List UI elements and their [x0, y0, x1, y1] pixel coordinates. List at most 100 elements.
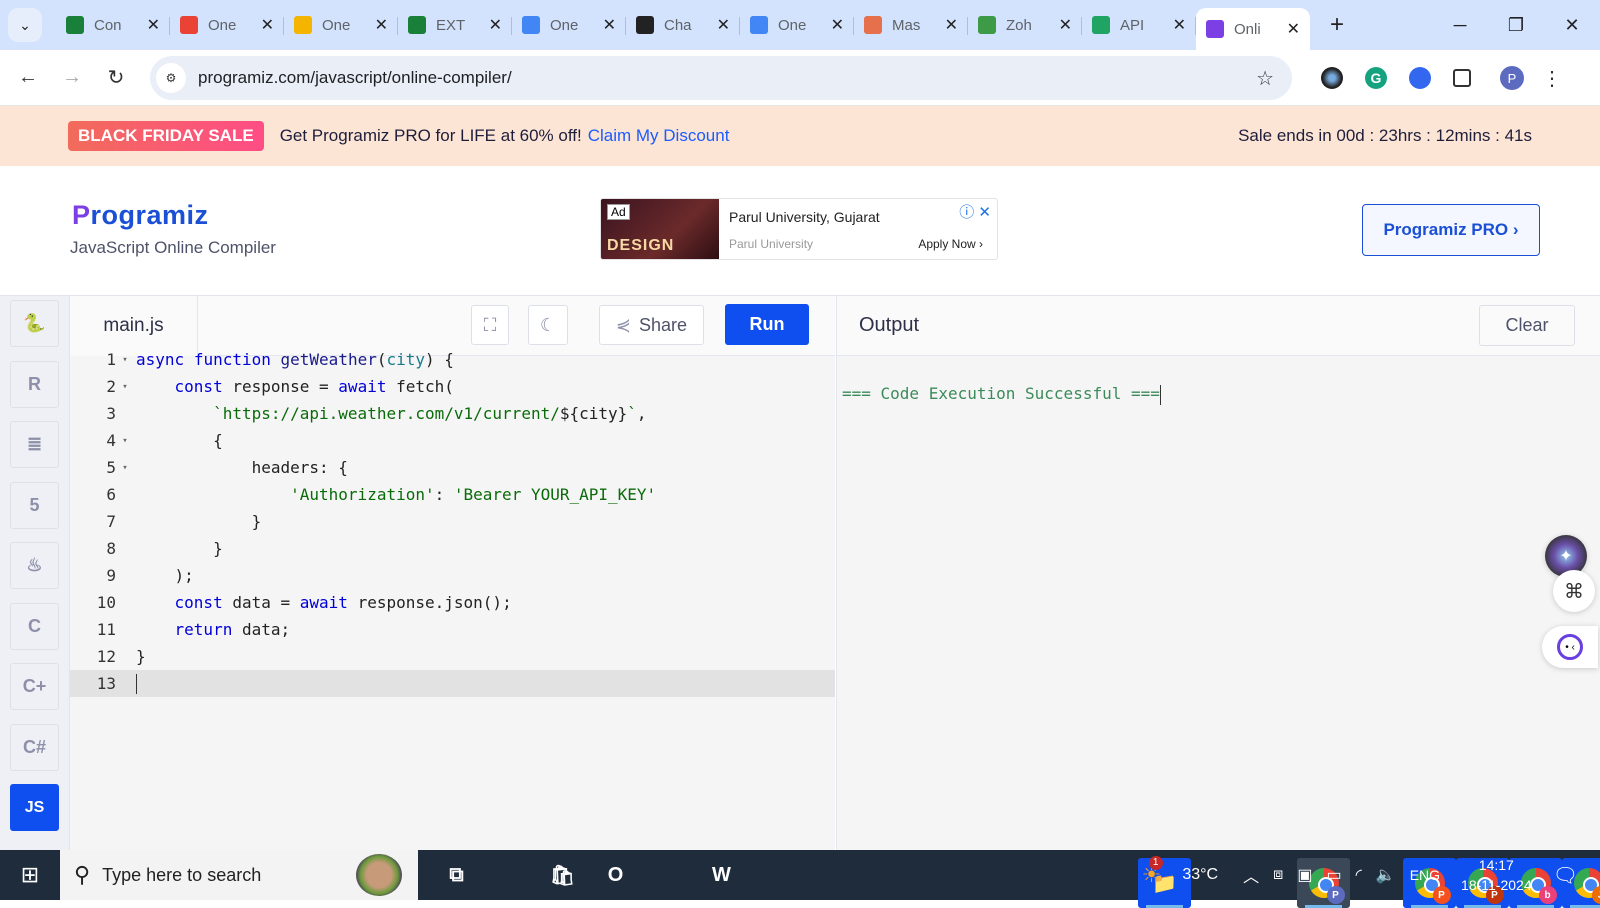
fullscreen-button[interactable]: ⛶ — [471, 305, 509, 345]
taskbar-app-task-view[interactable]: ⧉ — [430, 850, 483, 900]
tab-close-icon[interactable]: ✕ — [1287, 19, 1300, 39]
browser-tab[interactable]: Zoh✕ — [968, 7, 1082, 43]
windows-start-button[interactable]: ⊞ — [0, 862, 60, 888]
language-javascript-button[interactable]: JS — [10, 784, 59, 831]
dark-mode-button[interactable]: ☾ — [528, 305, 568, 345]
browser-tab[interactable]: Con✕ — [56, 7, 170, 43]
camera-icon[interactable]: ⧈ — [1273, 866, 1283, 884]
tab-close-icon[interactable]: ✕ — [603, 15, 616, 35]
advertisement[interactable]: Ad DESIGN Parul University, Gujarat Paru… — [600, 198, 998, 260]
forward-button[interactable]: → — [50, 66, 94, 89]
show-hidden-icons[interactable]: ︿ — [1243, 863, 1259, 887]
code-line[interactable]: 8 } — [70, 535, 835, 562]
browser-tab[interactable]: API✕ — [1082, 7, 1196, 43]
browser-tab[interactable]: Cha✕ — [626, 7, 740, 43]
apps-floating-button[interactable]: ⌘ — [1553, 570, 1595, 612]
clear-output-button[interactable]: Clear — [1479, 305, 1575, 346]
new-tab-button[interactable]: + — [1322, 11, 1352, 39]
code-editor[interactable]: 1▾async function getWeather(city) {2▾ co… — [70, 356, 835, 850]
volume-icon[interactable]: 🔈 — [1376, 865, 1396, 885]
tab-close-icon[interactable]: ✕ — [261, 15, 274, 35]
code-line[interactable]: 1▾async function getWeather(city) { — [70, 346, 835, 373]
share-button[interactable]: ⋞Share — [599, 305, 704, 345]
screen-share-icon[interactable]: ▣ — [1297, 865, 1312, 885]
code-line[interactable]: 6 'Authorization': 'Bearer YOUR_API_KEY' — [70, 481, 835, 508]
ad-title[interactable]: Parul University, Gujarat — [729, 209, 880, 225]
url-text[interactable]: programiz.com/javascript/online-compiler… — [198, 68, 512, 88]
browser-tab[interactable]: Mas✕ — [854, 7, 968, 43]
profile-avatar[interactable]: P — [1500, 66, 1524, 90]
language-c-button[interactable]: C — [10, 603, 59, 650]
browser-tab[interactable]: One✕ — [740, 7, 854, 43]
battery-icon[interactable]: ▭ — [1326, 865, 1341, 885]
code-line[interactable]: 10 const data = await response.json(); — [70, 589, 835, 616]
blue-extension-icon[interactable] — [1409, 67, 1431, 89]
input-language[interactable]: ENG — [1410, 867, 1440, 883]
system-clock[interactable]: 14:17 18-11-2024 — [1461, 855, 1532, 895]
tab-close-icon[interactable]: ✕ — [831, 15, 844, 35]
code-line[interactable]: 11 return data; — [70, 616, 835, 643]
run-button[interactable]: Run — [725, 304, 809, 345]
browser-menu-icon[interactable]: ⋮ — [1542, 66, 1562, 91]
tab-close-icon[interactable]: ✕ — [1173, 15, 1186, 35]
code-line[interactable]: 9 ); — [70, 562, 835, 589]
chat-bot-floating-button[interactable]: • ‹ — [1542, 626, 1598, 668]
language-python-button[interactable]: 🐍 — [10, 300, 59, 347]
tab-close-icon[interactable]: ✕ — [945, 15, 958, 35]
browser-tab[interactable]: EXT✕ — [398, 7, 512, 43]
fold-arrow-icon[interactable]: ▾ — [118, 382, 132, 392]
bookmark-star-icon[interactable]: ☆ — [1256, 66, 1274, 91]
browser-tab[interactable]: Onli✕ — [1196, 8, 1310, 50]
wifi-icon[interactable]: ◜ — [1356, 865, 1362, 885]
claim-discount-link[interactable]: Claim My Discount — [588, 126, 730, 146]
tab-search-button[interactable]: ⌄ — [8, 8, 42, 42]
close-window-button[interactable]: ✕ — [1544, 15, 1600, 36]
fold-arrow-icon[interactable]: ▾ — [118, 355, 132, 365]
tab-close-icon[interactable]: ✕ — [375, 15, 388, 35]
ad-image[interactable]: Ad DESIGN — [601, 199, 719, 260]
code-line[interactable]: 4▾ { — [70, 427, 835, 454]
taskbar-app-outlook[interactable]: O — [589, 850, 642, 900]
taskbar-app-microsoft-store[interactable]: 🛍 — [536, 850, 589, 900]
language-csharp-button[interactable]: C# — [10, 724, 59, 771]
weather-temp[interactable]: 33°C — [1182, 866, 1218, 884]
code-line[interactable]: 2▾ const response = await fetch( — [70, 373, 835, 400]
language-sql-button[interactable]: ≣ — [10, 421, 59, 468]
tab-close-icon[interactable]: ✕ — [147, 15, 160, 35]
code-line[interactable]: 7 } — [70, 508, 835, 535]
tab-close-icon[interactable]: ✕ — [1059, 15, 1072, 35]
language-cpp-button[interactable]: C+ — [10, 663, 59, 710]
site-info-icon[interactable]: ⚙ — [156, 63, 186, 93]
restore-button[interactable]: ❐ — [1488, 15, 1544, 36]
tab-close-icon[interactable]: ✕ — [717, 15, 730, 35]
language-html-button[interactable]: 5 — [10, 482, 59, 529]
weather-widget[interactable]: ☀1 — [1135, 862, 1169, 888]
fold-arrow-icon[interactable]: ▾ — [118, 436, 132, 446]
code-line[interactable]: 3 `https://api.weather.com/v1/current/${… — [70, 400, 835, 427]
browser-tab[interactable]: One✕ — [284, 7, 398, 43]
language-r-button[interactable]: R — [10, 361, 59, 408]
fold-arrow-icon[interactable]: ▾ — [118, 463, 132, 473]
language-java-button[interactable]: ♨ — [10, 542, 59, 589]
browser-tab[interactable]: One✕ — [512, 7, 626, 43]
programiz-logo[interactable]: Programiz — [72, 200, 209, 231]
back-button[interactable]: ← — [6, 66, 50, 89]
address-bar[interactable]: ⚙ programiz.com/javascript/online-compil… — [150, 56, 1292, 100]
extensions-puzzle-icon[interactable] — [1453, 69, 1471, 87]
code-line[interactable]: 5▾ headers: { — [70, 454, 835, 481]
notifications-icon[interactable]: 🗨 — [1553, 863, 1578, 888]
code-line[interactable]: 13 — [70, 670, 835, 697]
code-line[interactable]: 12} — [70, 643, 835, 670]
ai-extension-icon[interactable] — [1321, 67, 1343, 89]
tab-close-icon[interactable]: ✕ — [489, 15, 502, 35]
ad-info-close-icons[interactable]: ⓘ ✕ — [959, 201, 991, 222]
programiz-pro-button[interactable]: Programiz PRO › — [1362, 204, 1540, 256]
reload-button[interactable]: ↻ — [94, 65, 138, 90]
taskbar-search-box[interactable]: ⚲ Type here to search — [60, 850, 418, 900]
taskbar-app-wps-office[interactable]: W — [695, 850, 748, 900]
ad-apply-now[interactable]: Apply Now › — [918, 237, 983, 251]
browser-tab[interactable]: One✕ — [170, 7, 284, 43]
minimize-button[interactable]: ─ — [1432, 15, 1488, 36]
grammarly-icon[interactable]: G — [1365, 67, 1387, 89]
output-panel[interactable]: === Code Execution Successful === — [836, 356, 1600, 850]
